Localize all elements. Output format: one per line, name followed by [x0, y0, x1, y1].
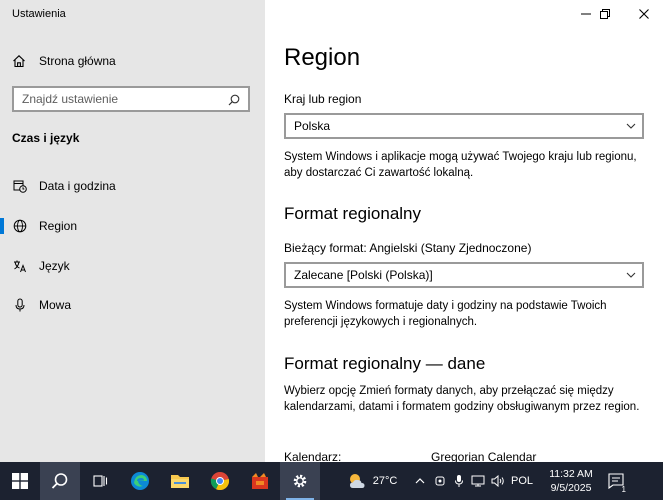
country-value: Polska: [294, 119, 331, 133]
volume-icon: [491, 475, 504, 487]
microphone-icon: [455, 475, 463, 487]
page-title: Region: [284, 44, 361, 71]
action-center-button[interactable]: 1: [602, 462, 630, 500]
windows-logo-icon: [12, 473, 28, 489]
gear-icon: [293, 474, 307, 488]
edge-icon: [131, 472, 149, 490]
weather-widget[interactable]: 27°C: [342, 462, 402, 500]
chevron-down-icon: [626, 123, 636, 129]
sidebar: Ustawienia Strona główna Czas i język Da…: [0, 0, 265, 462]
app-icon: [252, 473, 268, 489]
camera-icon: [435, 476, 445, 486]
format-description: System Windows formatuje daty i godziny …: [284, 300, 607, 328]
folder-icon: [171, 475, 189, 488]
format-data-heading: Format regionalny — dane: [284, 354, 486, 373]
section-title: Czas i język: [12, 131, 80, 145]
format-heading: Format regionalny: [284, 204, 422, 223]
restore-icon: [600, 9, 610, 19]
globe-icon: [12, 218, 28, 234]
search-icon[interactable]: [228, 93, 240, 106]
sidebar-item-label: Język: [39, 259, 70, 273]
home-icon: [12, 54, 26, 68]
app-taskbar-item[interactable]: [240, 462, 280, 500]
maximize-button[interactable]: [588, 0, 622, 28]
format-value: Zalecane [Polski (Polska)]: [294, 268, 433, 282]
input-language-button[interactable]: POL: [508, 462, 536, 500]
notification-count: 1: [621, 485, 626, 494]
current-format-label: Bieżący format: Angielski (Stany Zjednoc…: [284, 241, 532, 255]
sidebar-item-region[interactable]: Region: [0, 212, 265, 240]
partly-cloudy-icon: [349, 474, 365, 488]
clock-time: 11:32 AM: [549, 468, 593, 480]
chevron-up-icon: [415, 478, 425, 484]
sidebar-item-language[interactable]: Język: [0, 252, 265, 280]
edge-app[interactable]: [120, 462, 160, 500]
sidebar-item-label: Region: [39, 219, 78, 233]
microphone-icon: [12, 297, 28, 313]
network-button[interactable]: [468, 462, 488, 500]
sidebar-item-date-time[interactable]: Data i godzina: [0, 172, 265, 200]
clock: 11:32 AM 9/5/2025: [549, 467, 593, 495]
country-label: Kraj lub region: [284, 92, 362, 106]
calendar-clock-icon: [12, 178, 28, 194]
country-dropdown[interactable]: Polska: [284, 113, 644, 139]
format-data-description: Wybierz opcję Zmień formaty danych, aby …: [284, 385, 640, 413]
app-title: Ustawienia: [12, 8, 66, 20]
start-button[interactable]: [0, 462, 40, 500]
format-dropdown[interactable]: Zalecane [Polski (Polska)]: [284, 262, 644, 288]
sidebar-item-label: Data i godzina: [39, 179, 116, 193]
main-content: Region Kraj lub region Polska System Win…: [265, 0, 663, 464]
sidebar-item-speech[interactable]: Mowa: [0, 291, 265, 319]
home-label: Strona główna: [39, 54, 116, 68]
settings-app[interactable]: [280, 462, 320, 500]
weather-temp: 27°C: [372, 475, 398, 487]
show-hidden-icons-button[interactable]: [410, 462, 430, 500]
chevron-down-icon: [626, 272, 636, 278]
home-link[interactable]: Strona główna: [12, 52, 116, 70]
clock-date: 9/5/2025: [550, 482, 592, 494]
country-description: System Windows i aplikacje mogą używać T…: [284, 151, 637, 179]
search-taskbar-button[interactable]: [40, 462, 80, 500]
close-icon: [639, 9, 649, 19]
meet-now-button[interactable]: [430, 462, 450, 500]
search-icon: [51, 473, 68, 489]
mic-tray-button[interactable]: [450, 462, 468, 500]
file-explorer-app[interactable]: [160, 462, 200, 500]
search-input[interactable]: [14, 92, 214, 106]
network-icon: [471, 475, 485, 487]
task-view-button[interactable]: [80, 462, 120, 500]
close-button[interactable]: [627, 0, 661, 28]
task-view-icon: [93, 475, 108, 487]
volume-button[interactable]: [488, 462, 508, 500]
language-icon: [12, 258, 28, 274]
search-box[interactable]: [12, 86, 250, 112]
input-language: POL: [510, 475, 533, 487]
taskbar: 27°C POL 11:32 AM 9/5/2025 1: [0, 462, 663, 500]
chrome-icon: [210, 472, 230, 491]
sidebar-item-label: Mowa: [39, 298, 72, 312]
clock-button[interactable]: 11:32 AM 9/5/2025: [540, 462, 602, 500]
chrome-app[interactable]: [200, 462, 240, 500]
